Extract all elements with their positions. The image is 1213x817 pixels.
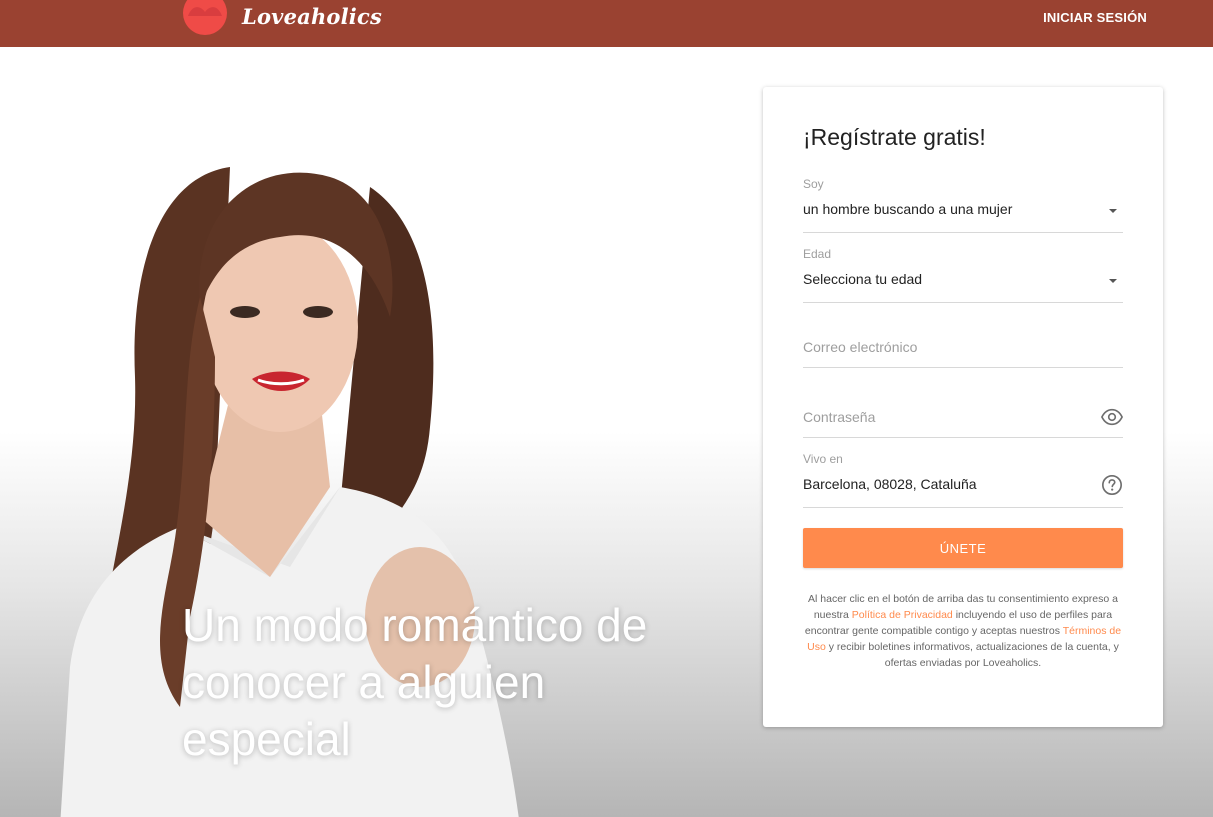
password-placeholder[interactable]: Contraseña (803, 409, 875, 425)
signup-card: ¡Regístrate gratis! Soy un hombre buscan… (763, 87, 1163, 727)
top-header: Loveaholics INICIAR SESIÓN (0, 0, 1213, 47)
heart-logo-icon (182, 0, 228, 36)
hero-tagline: Un modo romántico de conocer a alguien e… (182, 599, 648, 765)
chevron-down-icon[interactable] (1109, 279, 1117, 283)
location-label: Vivo en (803, 452, 843, 466)
brand-logo[interactable]: Loveaholics (182, 0, 382, 36)
age-value[interactable]: Selecciona tu edad (803, 271, 922, 287)
age-label: Edad (803, 247, 832, 261)
gender-select[interactable]: Soy un hombre buscando a una mujer (803, 177, 1123, 233)
privacy-policy-link[interactable]: Política de Privacidad (852, 609, 953, 621)
email-placeholder[interactable]: Correo electrónico (803, 339, 917, 355)
login-link[interactable]: INICIAR SESIÓN (1043, 10, 1147, 25)
brand-name: Loveaholics (242, 3, 382, 29)
signup-title: ¡Regístrate gratis! (803, 124, 986, 150)
join-button[interactable]: ÚNETE (803, 528, 1123, 568)
location-field[interactable]: Vivo en Barcelona, 08028, Cataluña (803, 452, 1123, 508)
help-circle-icon[interactable] (1101, 474, 1123, 496)
gender-label: Soy (803, 177, 824, 191)
email-field[interactable]: Correo electrónico (803, 312, 1123, 368)
legal-text-3: y recibir boletines informativos, actual… (825, 641, 1119, 669)
gender-value[interactable]: un hombre buscando a una mujer (803, 201, 1012, 217)
eye-icon[interactable] (1100, 406, 1124, 428)
password-field[interactable]: Contraseña (803, 382, 1124, 438)
legal-notice: Al hacer clic en el botón de arriba das … (799, 591, 1127, 671)
chevron-down-icon[interactable] (1109, 209, 1117, 213)
age-select[interactable]: Edad Selecciona tu edad (803, 247, 1123, 303)
location-value[interactable]: Barcelona, 08028, Cataluña (803, 476, 977, 492)
